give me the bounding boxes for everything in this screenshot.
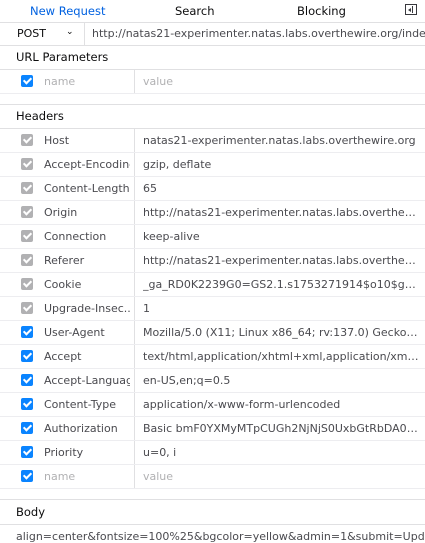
column-divider — [134, 201, 135, 224]
header-name[interactable]: Accept — [44, 350, 130, 363]
column-divider — [134, 465, 135, 488]
header-value[interactable]: text/html,application/xhtml+xml,applicat… — [143, 350, 419, 363]
column-divider — [134, 177, 135, 200]
header-row: Upgrade-Insec... 1 — [0, 297, 425, 321]
header-name[interactable]: Priority — [44, 446, 130, 459]
column-divider — [134, 129, 135, 152]
header-checkbox[interactable] — [21, 350, 33, 362]
header-checkbox[interactable] — [21, 446, 33, 458]
header-value[interactable]: _ga_RD0K2239G0=GS2.1.s1753271914$o10$g1$… — [143, 278, 419, 291]
header-name[interactable]: Referer — [44, 254, 130, 267]
header-value[interactable]: 65 — [143, 182, 419, 195]
header-value[interactable]: gzip, deflate — [143, 158, 419, 171]
column-divider — [134, 321, 135, 344]
header-name[interactable]: Accept-Language — [44, 374, 130, 387]
column-divider — [134, 225, 135, 248]
collapse-sidebar-icon[interactable] — [405, 4, 417, 15]
url-input[interactable]: http://natas21-experimenter.natas.labs.o… — [92, 27, 425, 40]
header-name[interactable]: Authorization — [44, 422, 130, 435]
header-row: Priority u=0, i — [0, 441, 425, 465]
header-checkbox[interactable] — [21, 326, 33, 338]
header-value[interactable]: Mozilla/5.0 (X11; Linux x86_64; rv:137.0… — [143, 326, 419, 339]
header-row: Content-Length 65 — [0, 177, 425, 201]
header-name[interactable]: Content-Length — [44, 182, 130, 195]
header-value[interactable]: en-US,en;q=0.5 — [143, 374, 419, 387]
header-value[interactable]: Basic bmF0YXMyMTpCUGh2NjNjS0UxbGtRbDA0YU… — [143, 422, 419, 435]
header-value[interactable]: http://natas21-experimenter.natas.labs.o… — [143, 206, 419, 219]
header-checkbox — [21, 158, 33, 170]
header-checkbox — [21, 182, 33, 194]
header-checkbox — [21, 254, 33, 266]
tab-search[interactable]: Search — [175, 4, 215, 18]
header-new-value-input[interactable]: value — [143, 470, 419, 483]
tab-new-request[interactable]: New Request — [30, 4, 105, 18]
header-checkbox[interactable] — [21, 422, 33, 434]
url-param-checkbox[interactable] — [21, 75, 33, 87]
url-param-name-input[interactable]: name — [44, 75, 130, 88]
body-textarea[interactable]: align=center&fontsize=100%25&bgcolor=yel… — [0, 525, 425, 543]
header-checkbox — [21, 302, 33, 314]
header-checkbox — [21, 278, 33, 290]
header-row: Content-Type application/x-www-form-urlen… — [0, 393, 425, 417]
column-divider — [134, 273, 135, 296]
header-checkbox — [21, 206, 33, 218]
url-param-new-row: name value — [0, 70, 425, 94]
column-divider — [134, 417, 135, 440]
url-parameters-heading[interactable]: URL Parameters — [0, 46, 425, 70]
header-row: Authorization Basic bmF0YXMyMTpCUGh2NjNjS… — [0, 417, 425, 441]
section-spacer — [0, 94, 425, 105]
header-row: Cookie _ga_RD0K2239G0=GS2.1.s1753271914$o… — [0, 273, 425, 297]
header-checkbox[interactable] — [21, 398, 33, 410]
header-name[interactable]: User-Agent — [44, 326, 130, 339]
header-row: User-Agent Mozilla/5.0 (X11; Linux x86_64… — [0, 321, 425, 345]
url-param-value-input[interactable]: value — [143, 75, 419, 88]
header-new-name-input[interactable]: name — [44, 470, 130, 483]
header-new-row: name value — [0, 465, 425, 489]
column-divider — [134, 441, 135, 464]
header-checkbox[interactable] — [21, 374, 33, 386]
header-row: Connection keep-alive — [0, 225, 425, 249]
header-row: Accept text/html,application/xhtml+xml,ap… — [0, 345, 425, 369]
header-checkbox — [21, 230, 33, 242]
header-row: Accept-Encoding gzip, deflate — [0, 153, 425, 177]
header-name[interactable]: Cookie — [44, 278, 130, 291]
method-label: POST — [17, 27, 46, 40]
chevron-down-icon: ⌄ — [66, 27, 74, 37]
header-new-checkbox[interactable] — [21, 470, 33, 482]
header-value[interactable]: natas21-experimenter.natas.labs.overthew… — [143, 134, 419, 147]
body-heading[interactable]: Body — [0, 500, 425, 525]
header-row: Origin http://natas21-experimenter.natas.… — [0, 201, 425, 225]
header-value[interactable]: u=0, i — [143, 446, 419, 459]
header-name[interactable]: Content-Type — [44, 398, 130, 411]
header-value[interactable]: keep-alive — [143, 230, 419, 243]
header-name[interactable]: Upgrade-Insec... — [44, 302, 130, 315]
header-checkbox — [21, 134, 33, 146]
header-row: Accept-Language en-US,en;q=0.5 — [0, 369, 425, 393]
headers-heading[interactable]: Headers — [0, 105, 425, 129]
column-divider — [134, 249, 135, 272]
tab-blocking[interactable]: Blocking — [297, 4, 346, 18]
column-divider — [134, 393, 135, 416]
header-name[interactable]: Host — [44, 134, 130, 147]
panel-tabs: New Request Search Blocking — [0, 0, 425, 23]
header-value[interactable]: http://natas21-experimenter.natas.labs.o… — [143, 254, 419, 267]
header-row: Host natas21-experimenter.natas.labs.over… — [0, 129, 425, 153]
header-name[interactable]: Accept-Encoding — [44, 158, 130, 171]
header-row: Referer http://natas21-experimenter.natas… — [0, 249, 425, 273]
method-select[interactable]: POST ⌄ — [0, 23, 85, 45]
headers-list: Host natas21-experimenter.natas.labs.over… — [0, 129, 425, 465]
header-value[interactable]: application/x-www-form-urlencoded — [143, 398, 419, 411]
section-spacer — [0, 489, 425, 500]
column-divider — [134, 369, 135, 392]
header-name[interactable]: Connection — [44, 230, 130, 243]
request-url-bar: POST ⌄ http://natas21-experimenter.natas… — [0, 23, 425, 46]
header-value[interactable]: 1 — [143, 302, 419, 315]
column-divider — [134, 153, 135, 176]
header-name[interactable]: Origin — [44, 206, 130, 219]
column-divider — [134, 297, 135, 320]
column-divider — [134, 70, 135, 93]
column-divider — [134, 345, 135, 368]
